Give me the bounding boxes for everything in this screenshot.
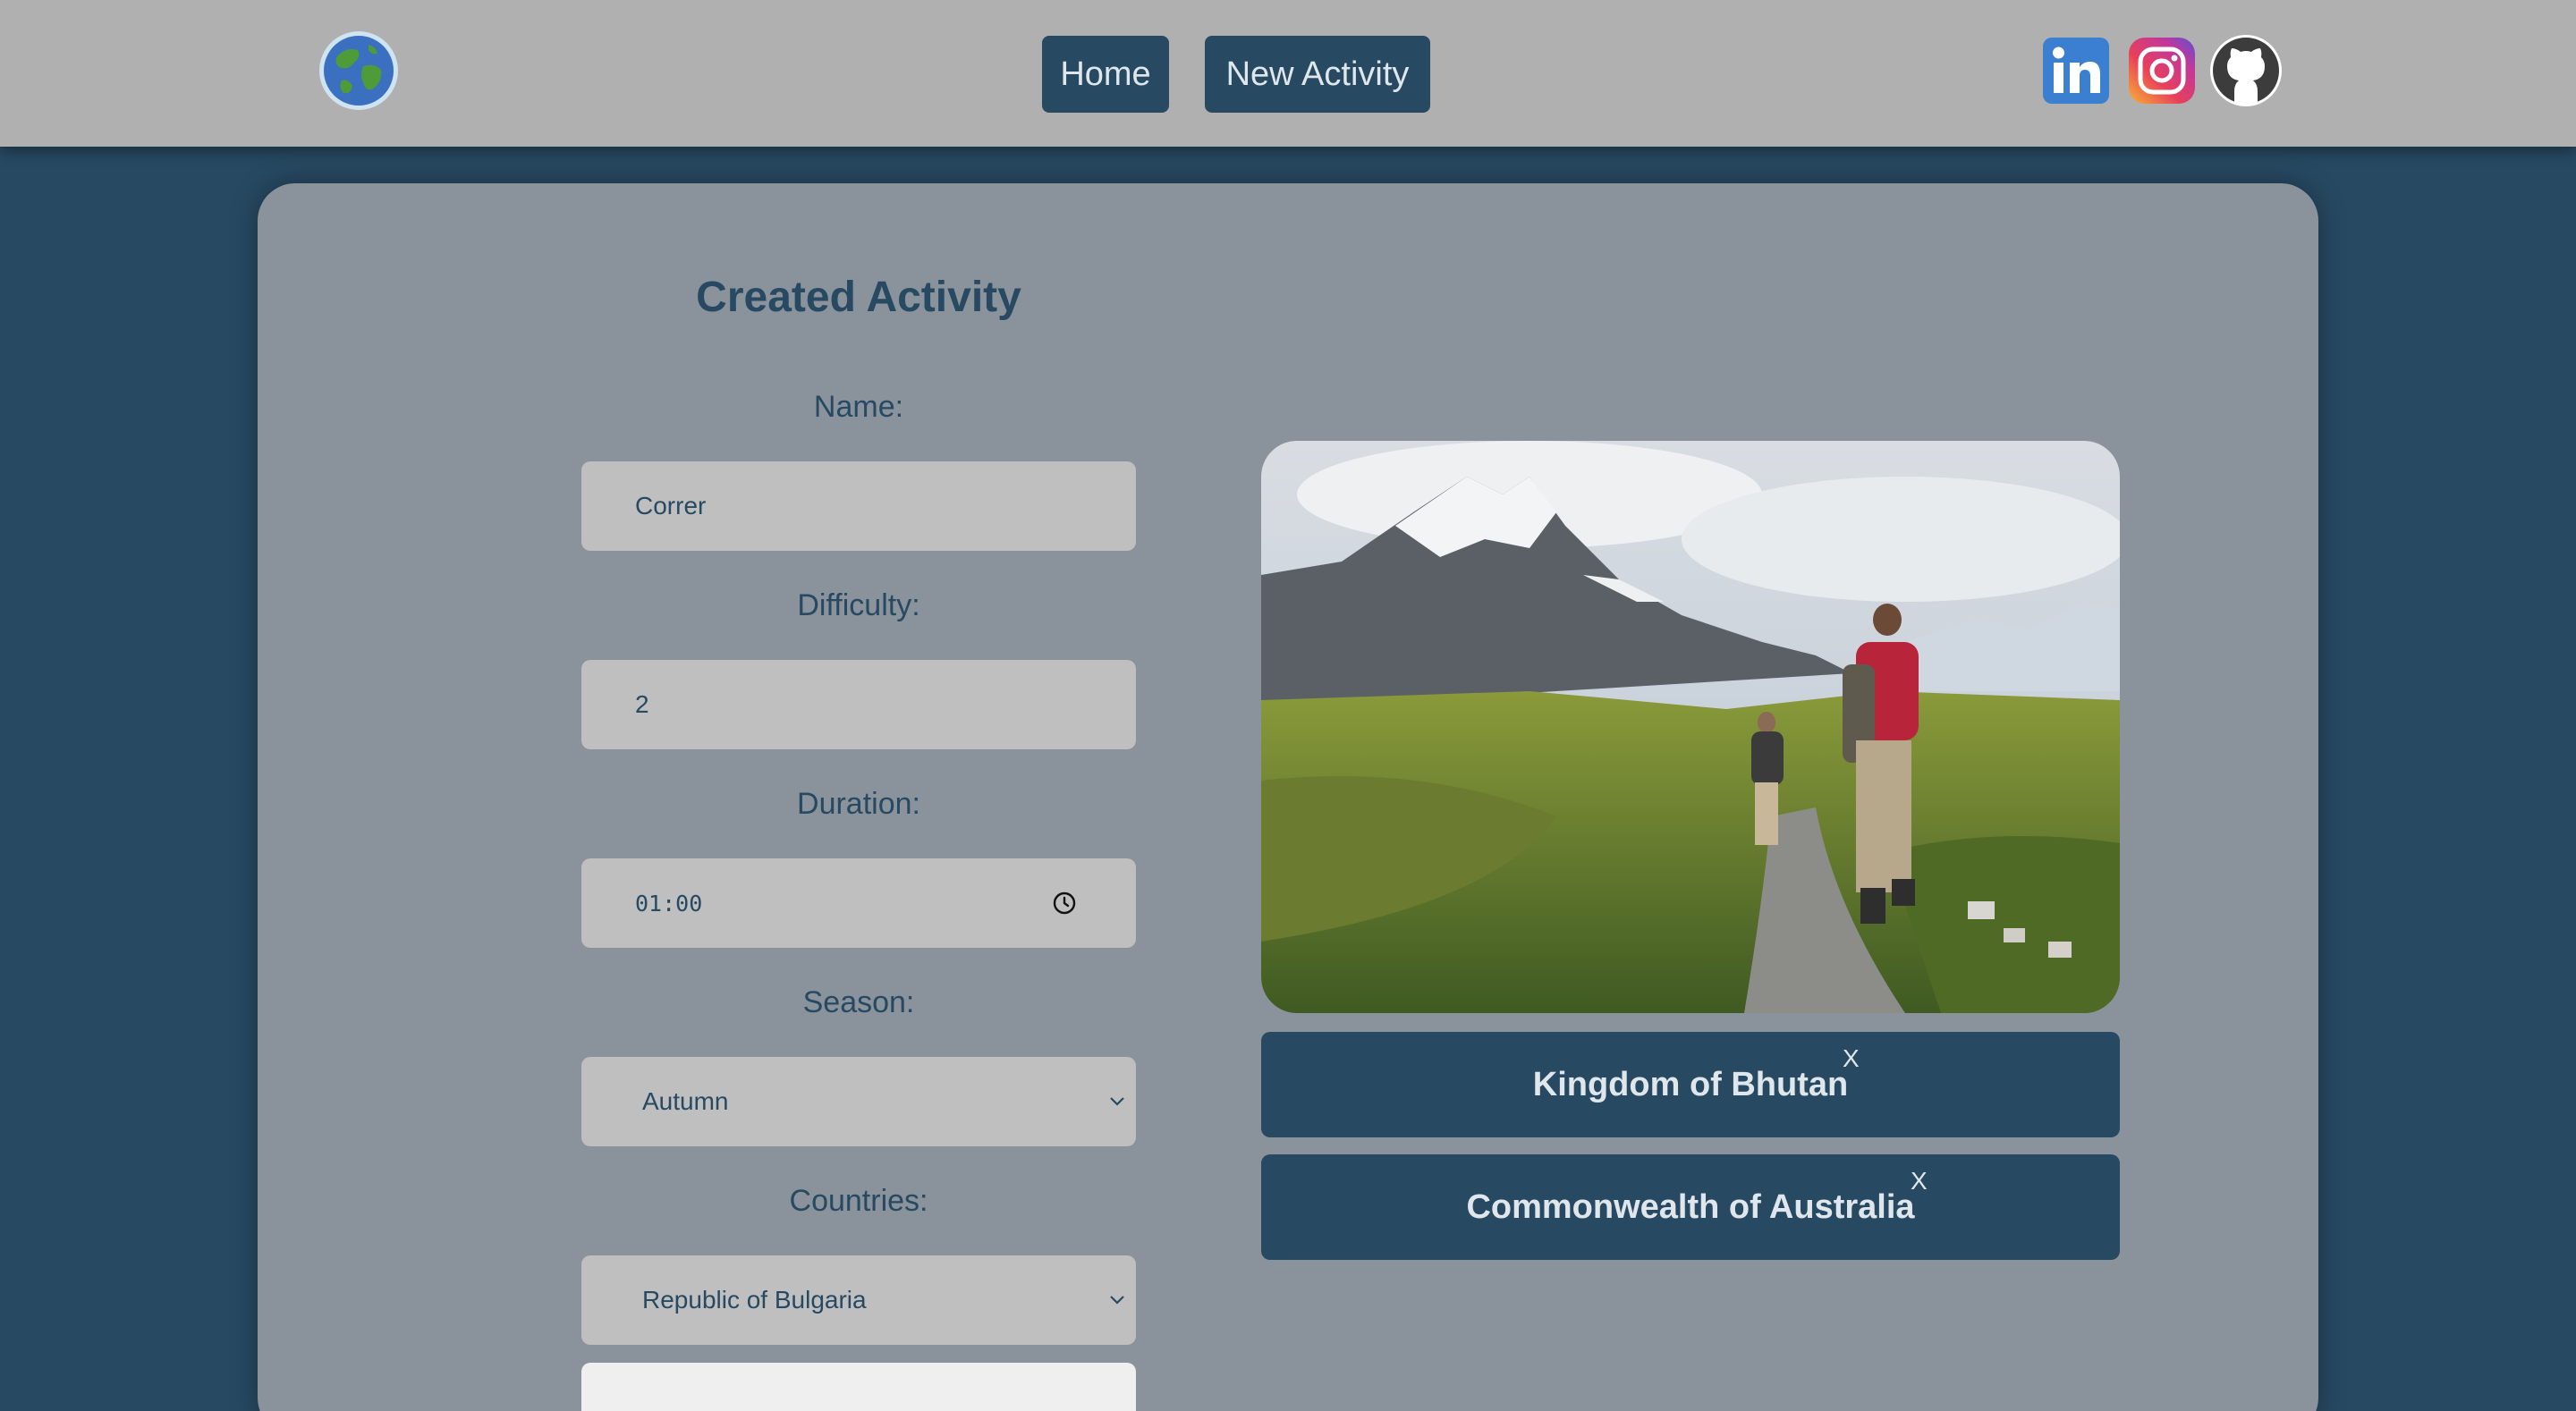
difficulty-label: Difficulty: (797, 588, 920, 622)
globe-logo-icon[interactable] (318, 30, 399, 111)
difficulty-input[interactable]: 2 (581, 660, 1136, 749)
duration-time-input[interactable]: 01:00 (581, 858, 1136, 948)
season-label: Season: (802, 985, 915, 1019)
hikers-mountain-photo (1261, 441, 2120, 1013)
name-label: Name: (813, 390, 904, 424)
home-button[interactable]: Home (1042, 36, 1169, 113)
chevron-down-icon (1110, 1296, 1124, 1305)
countries-select[interactable]: Republic of Bulgaria (581, 1255, 1136, 1345)
name-input-value: Correr (635, 492, 707, 520)
countries-select-value: Republic of Bulgaria (642, 1286, 867, 1314)
submit-button[interactable]: Submit (581, 1363, 1136, 1411)
selected-country-card: Kingdom of Bhutan X (1261, 1032, 2120, 1137)
github-icon[interactable] (2209, 34, 2283, 107)
difficulty-input-value: 2 (635, 690, 649, 718)
season-select-value: Autumn (642, 1087, 729, 1115)
country-name: Kingdom of Bhutan (1532, 1066, 1849, 1103)
name-input[interactable]: Correr (581, 461, 1136, 551)
top-navbar: Home New Activity (0, 0, 2576, 147)
instagram-icon[interactable] (2127, 36, 2197, 106)
remove-country-button[interactable]: X (1843, 1044, 1860, 1073)
duration-input-value: 01:00 (635, 890, 703, 917)
clock-icon[interactable] (1052, 891, 1077, 916)
season-select[interactable]: Autumn (581, 1057, 1136, 1146)
remove-country-button[interactable]: X (1911, 1167, 1928, 1196)
countries-label: Countries: (789, 1184, 928, 1218)
linkedin-icon[interactable] (2041, 36, 2111, 106)
chevron-down-icon (1110, 1097, 1124, 1106)
new-activity-button[interactable]: New Activity (1205, 36, 1430, 113)
selected-country-card: Commonwealth of Australia X (1261, 1154, 2120, 1260)
country-name: Commonwealth of Australia (1466, 1188, 1915, 1226)
duration-label: Duration: (797, 787, 920, 821)
form-title: Created Activity (696, 274, 1021, 321)
